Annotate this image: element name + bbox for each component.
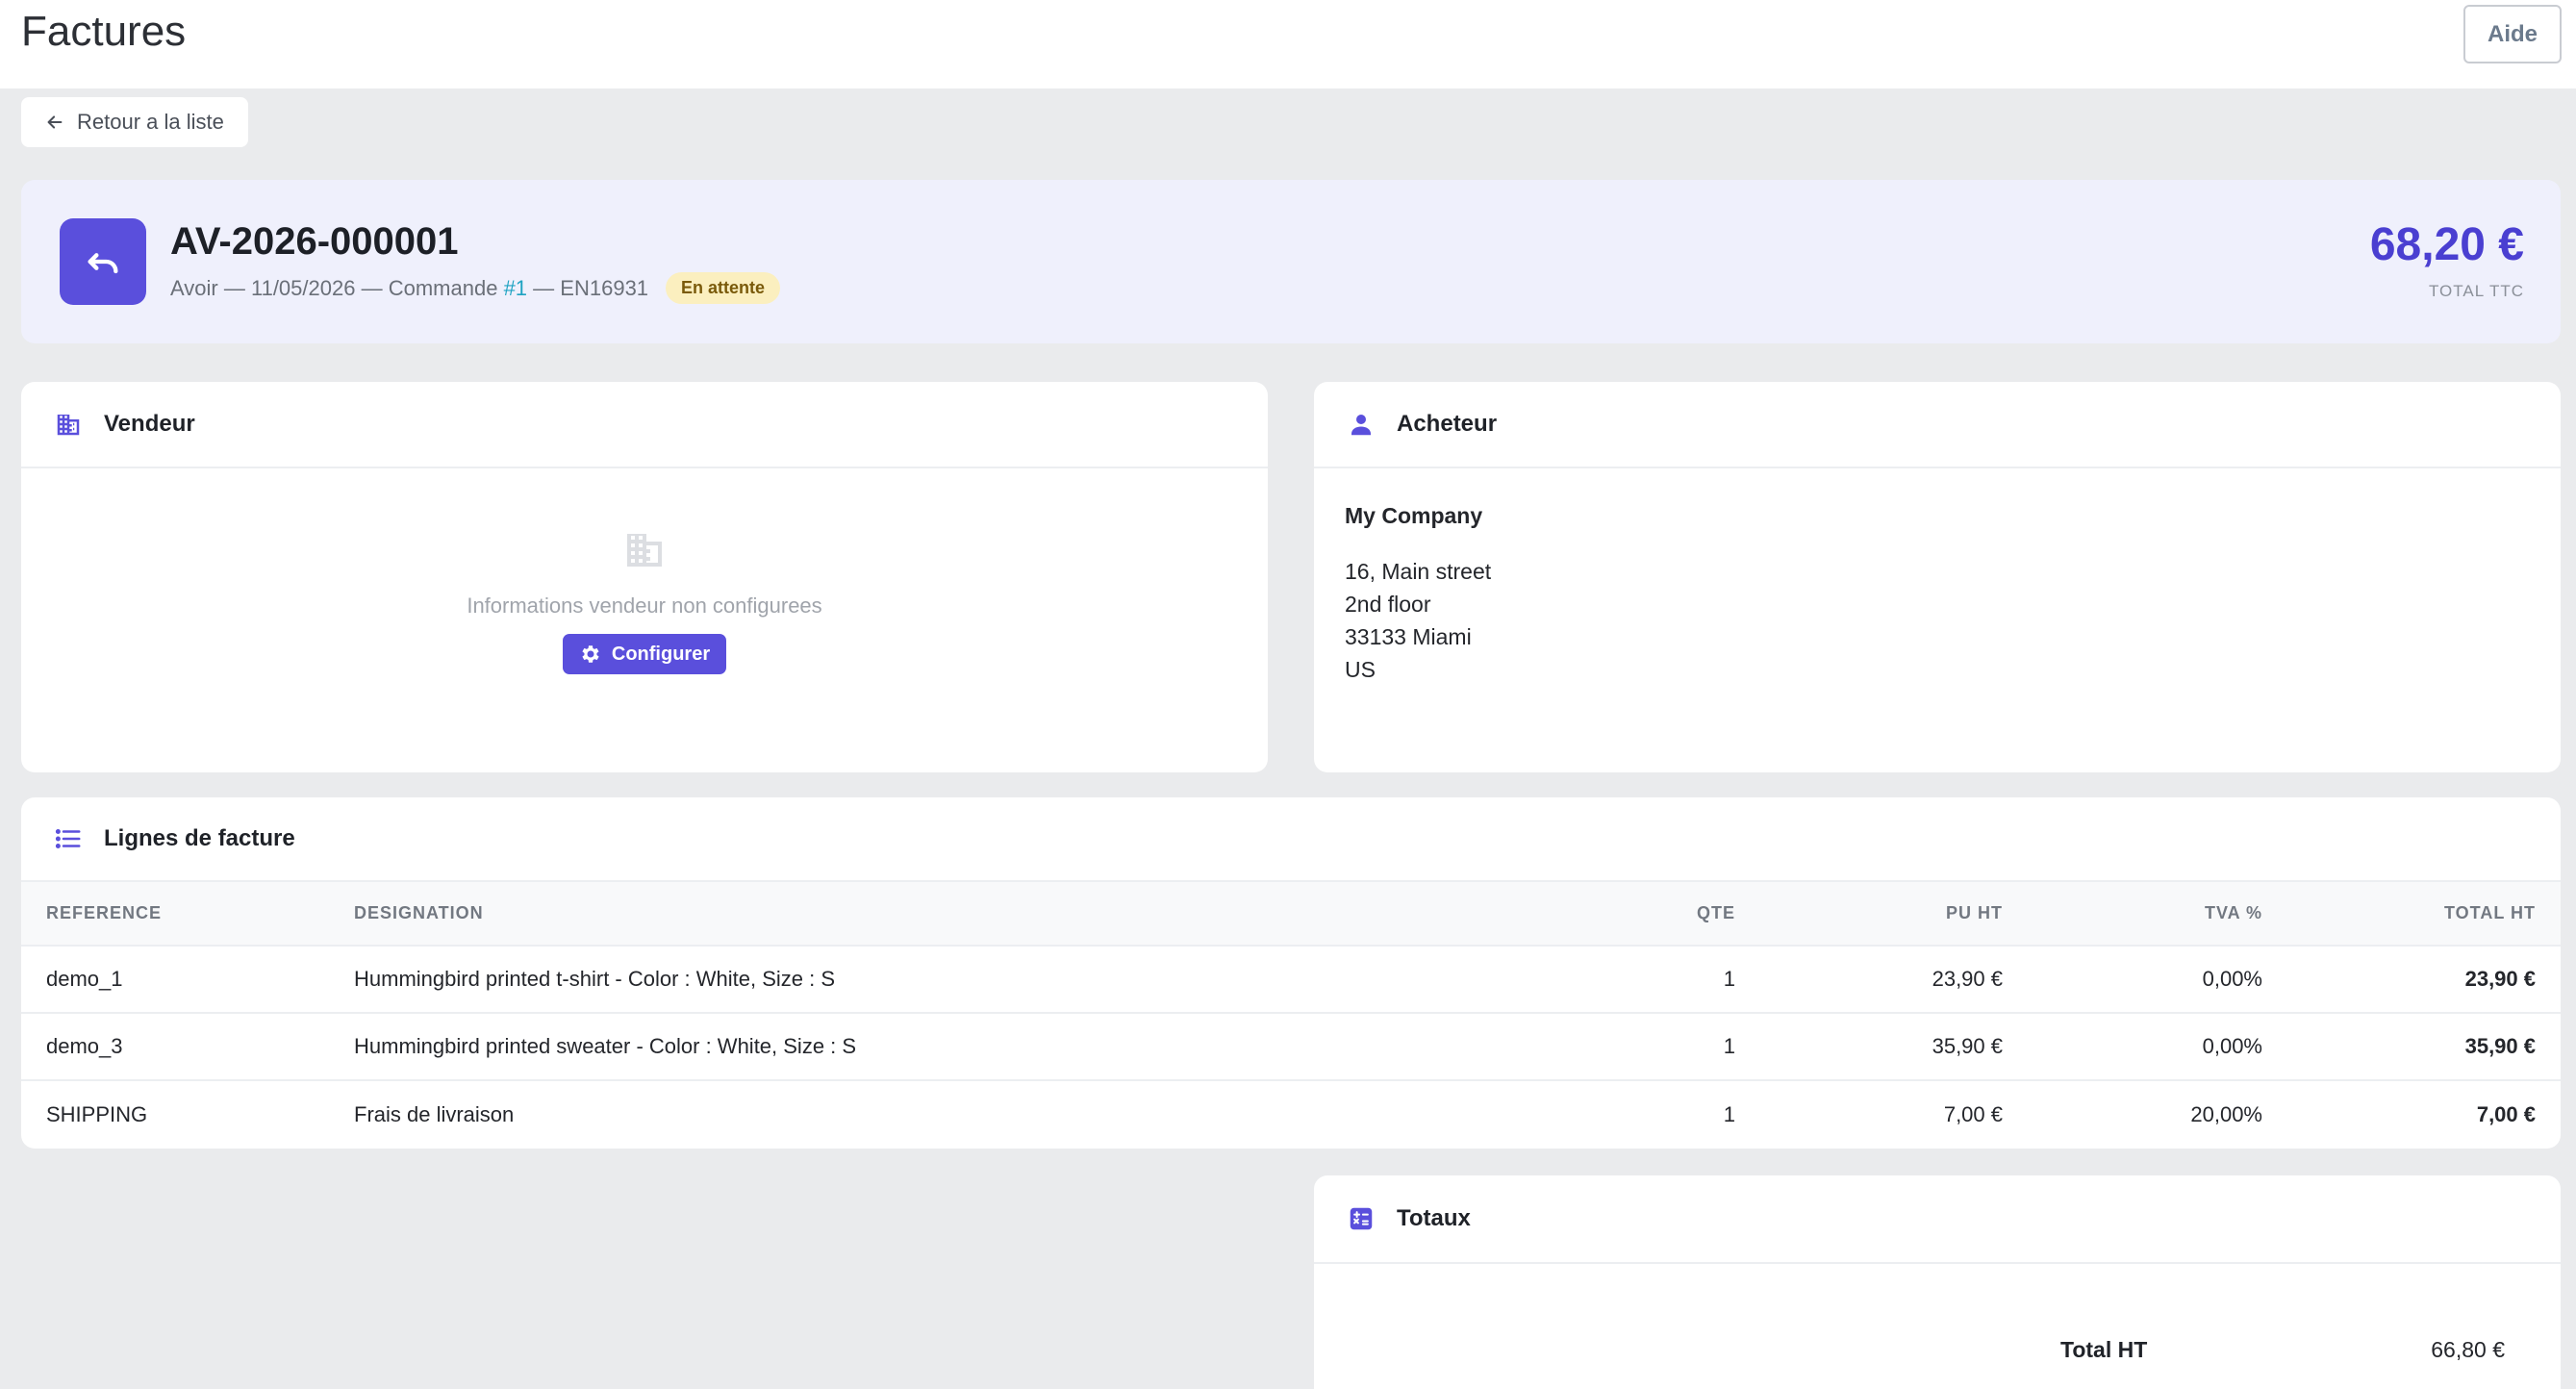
cell-vat: 20,00% (2190, 1101, 2262, 1126)
cell-designation: Hummingbird printed sweater - Color : Wh… (354, 1013, 1624, 1081)
column-header-designation: DESIGNATION (354, 882, 1624, 947)
cell-vat: 0,00% (2003, 1013, 2262, 1081)
order-ref: EN16931 (560, 275, 649, 300)
configure-button[interactable]: Configurer (563, 634, 726, 674)
configure-label: Configurer (611, 643, 711, 665)
cell-unit-price: 35,90 € (1735, 1013, 2003, 1081)
invoice-summary-card: AV-2026-000001 Avoir — 11/05/2026 — Comm… (21, 180, 2561, 343)
person-icon (1351, 415, 1371, 436)
cell-reference: demo_3 (21, 1013, 354, 1081)
cell-total: 35,90 € (2262, 1013, 2561, 1081)
table-row: SHIPPING Frais de livraison 1 7,00 € 20,… (21, 1080, 2561, 1148)
total-ttc-amount: 68,20 € (2369, 219, 2524, 270)
totals-card: Totaux Total HT 66,80 € (1314, 1175, 2561, 1389)
total-ht-value: 66,80 € (2431, 1337, 2505, 1362)
buyer-address-line: 16, Main street (1345, 559, 1492, 584)
arrow-left-icon (47, 115, 63, 129)
back-to-list-button[interactable]: Retour a la liste (21, 97, 248, 147)
cell-qty: 1 (1624, 1013, 1735, 1081)
totals-header: Totaux (1314, 1175, 2561, 1264)
cell-total: 7,00 € (2476, 1101, 2536, 1126)
buyer-address-line: 33133 Miami (1345, 624, 1472, 649)
invoice-type: Avoir (170, 275, 218, 300)
building-placeholder-icon (627, 534, 662, 567)
cell-reference: SHIPPING (46, 1101, 148, 1126)
invoice-meta: Avoir — 11/05/2026 — Commande #1 — EN169… (170, 272, 781, 304)
cell-designation: Hummingbird printed t-shirt - Color : Wh… (354, 946, 1624, 1014)
seller-title: Vendeur (104, 411, 195, 437)
invoice-type-badge (60, 218, 146, 305)
cell-qty: 1 (1624, 946, 1735, 1014)
buyer-address-line: 2nd floor (1345, 592, 1431, 617)
invoice-lines-table: REFERENCE DESIGNATION QTE PU HT TVA % TO… (21, 882, 2561, 1148)
invoice-date: 11/05/2026 (250, 275, 356, 300)
column-header-unit-price: PU HT (1735, 882, 2003, 947)
page-title: Factures (21, 8, 187, 55)
cell-vat: 0,00% (2003, 946, 2262, 1014)
order-link[interactable]: #1 (504, 276, 527, 301)
buyer-address-line: US (1345, 657, 1376, 682)
cell-unit-price: 23,90 € (1735, 946, 2003, 1014)
totals-title: Totaux (1397, 1205, 1471, 1231)
status-badge: En attente (666, 272, 781, 304)
seller-empty-message: Informations vendeur non configurees (467, 593, 822, 618)
cell-total: 23,90 € (2262, 946, 2561, 1014)
column-header-vat: TVA % (2003, 882, 2262, 947)
back-label: Retour a la liste (77, 110, 224, 134)
column-header-qty: QTE (1624, 882, 1735, 947)
seller-card: Vendeur Informations vendeur non configu… (21, 382, 1268, 772)
buyer-card: Acheteur My Company 16, Main street 2nd … (1314, 382, 2561, 772)
invoice-lines-header: Lignes de facture (21, 797, 2561, 882)
table-row: demo_3 Hummingbird printed sweater - Col… (21, 1013, 2561, 1081)
invoice-lines-title: Lignes de facture (104, 825, 295, 851)
total-ht-label: Total HT (2060, 1337, 2148, 1362)
seller-empty-state: Informations vendeur non configurees Con… (21, 526, 1268, 674)
building-icon (57, 415, 80, 436)
cell-reference: demo_1 (21, 946, 354, 1014)
table-row: demo_1 Hummingbird printed t-shirt - Col… (21, 946, 2561, 1014)
buyer-title: Acheteur (1397, 411, 1498, 437)
cell-designation: Frais de livraison (354, 1101, 515, 1126)
calculator-icon (1350, 1207, 1373, 1230)
buyer-name: My Company (1345, 503, 1483, 528)
cell-qty: 1 (1723, 1101, 1735, 1126)
help-button[interactable]: Aide (2463, 5, 2562, 63)
buyer-card-header: Acheteur (1314, 382, 2561, 468)
undo-icon (88, 253, 118, 274)
buyer-details: My Company 16, Main street 2nd floor 331… (1314, 468, 2561, 717)
seller-card-header: Vendeur (21, 382, 1268, 468)
order-label: Commande (388, 275, 498, 300)
gear-icon (582, 645, 599, 663)
list-icon (55, 829, 81, 848)
invoice-number: AV-2026-000001 (170, 220, 459, 263)
column-header-total: TOTAL HT (2262, 882, 2561, 947)
top-bar: Factures Aide (0, 0, 2576, 88)
table-header-row: REFERENCE DESIGNATION QTE PU HT TVA % TO… (21, 882, 2561, 947)
cell-unit-price: 7,00 € (1943, 1101, 2003, 1126)
total-ttc-label: TOTAL TTC (2428, 282, 2524, 300)
column-header-reference: REFERENCE (21, 882, 354, 947)
invoice-lines-card: Lignes de facture REFERENCE DESIGNATION … (21, 797, 2561, 1149)
